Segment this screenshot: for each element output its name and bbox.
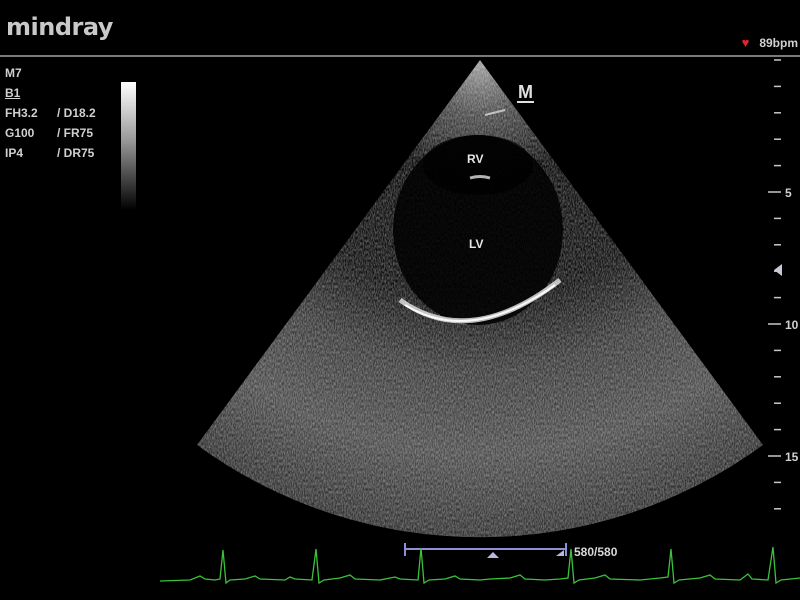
depth-scale: [768, 59, 781, 510]
rv-label: RV: [467, 152, 484, 166]
cine-frame-counter: 580/580: [574, 545, 618, 559]
depth-label: 10: [785, 318, 799, 332]
cine-position-marker[interactable]: [487, 552, 499, 558]
depth-label: 5: [785, 186, 792, 200]
focus-triangle-icon: [774, 264, 782, 276]
m-mode-marker: M: [517, 82, 534, 103]
cine-loop-bar[interactable]: [404, 543, 567, 558]
ecg-trace: [159, 546, 800, 585]
lv-label: LV: [469, 237, 484, 251]
depth-label: 15: [785, 450, 799, 464]
scan-sector: [197, 60, 763, 538]
ultrasound-image: [159, 59, 800, 585]
